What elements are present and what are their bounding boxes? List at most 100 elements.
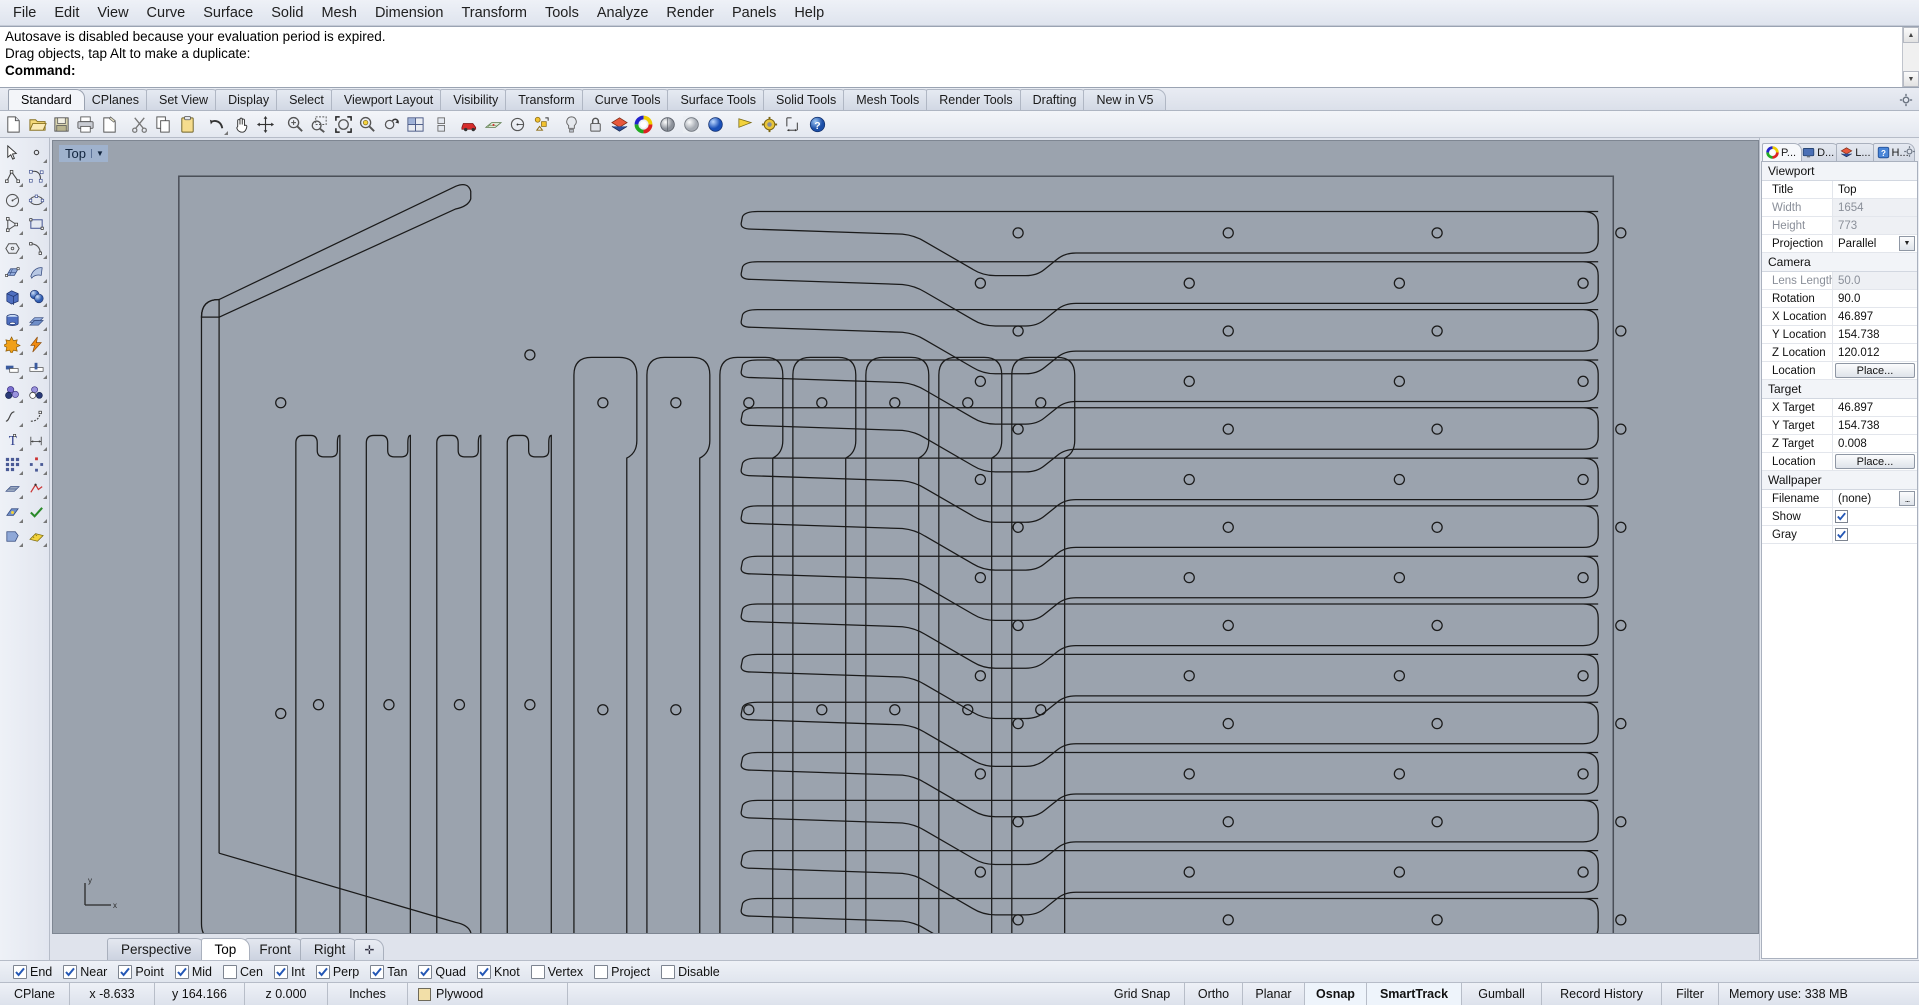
menu-item-transform[interactable]: Transform xyxy=(452,2,536,24)
property-row-z-target[interactable]: Z Target 0.008 xyxy=(1762,435,1917,453)
property-value-y-target[interactable]: 154.738 xyxy=(1832,417,1917,434)
viewport-tab-perspective[interactable]: Perspective xyxy=(107,938,206,960)
panel-tab-layers[interactable]: L... xyxy=(1836,143,1877,161)
property-row-y-target[interactable]: Y Target 154.738 xyxy=(1762,417,1917,435)
status-units[interactable]: Inches xyxy=(328,983,408,1005)
tab-visibility[interactable]: Visibility xyxy=(440,89,512,110)
copy-icon[interactable] xyxy=(152,113,175,136)
menu-item-view[interactable]: View xyxy=(88,2,137,24)
polygon-icon[interactable] xyxy=(0,236,24,260)
render-preview-icon[interactable] xyxy=(0,500,24,524)
osnap-checkbox[interactable] xyxy=(273,964,288,979)
tab-solid-tools[interactable]: Solid Tools xyxy=(762,89,850,110)
zoom-extents-icon[interactable] xyxy=(332,113,355,136)
show-wallpaper-checkbox[interactable] xyxy=(1835,510,1848,523)
property-row-target-location[interactable]: Location Place... xyxy=(1762,453,1917,471)
boolean-union-icon[interactable] xyxy=(24,284,48,308)
box-solid-icon[interactable] xyxy=(0,284,24,308)
circle-center-icon[interactable] xyxy=(506,113,529,136)
property-row-rotation[interactable]: Rotation 90.0 xyxy=(1762,290,1917,308)
tab-mesh-tools[interactable]: Mesh Tools xyxy=(843,89,933,110)
toggle-grid-snap[interactable]: Grid Snap xyxy=(1100,983,1185,1005)
osnap-knot[interactable]: Knot xyxy=(472,964,525,979)
menu-item-file[interactable]: File xyxy=(4,2,45,24)
osnap-near[interactable]: Near xyxy=(58,964,112,979)
cut-scissors-icon[interactable] xyxy=(128,113,151,136)
osnap-quad[interactable]: Quad xyxy=(413,964,471,979)
osnap-project[interactable]: Project xyxy=(589,964,655,979)
property-row-camera-location[interactable]: Location Place... xyxy=(1762,362,1917,380)
tab-drafting[interactable]: Drafting xyxy=(1019,89,1090,110)
osnap-point[interactable]: Point xyxy=(113,964,169,979)
options-gear-icon[interactable] xyxy=(758,113,781,136)
scroll-down-icon[interactable]: ▼ xyxy=(1903,71,1919,87)
viewport-title-widget[interactable]: Top ▼ xyxy=(59,145,108,162)
gear-icon[interactable] xyxy=(1903,145,1916,158)
text-tool-icon[interactable]: T xyxy=(0,428,24,452)
undo-arrow-icon[interactable] xyxy=(206,113,229,136)
tab-render-tools[interactable]: Render Tools xyxy=(926,89,1026,110)
menu-item-mesh[interactable]: Mesh xyxy=(312,2,365,24)
property-value-z-location[interactable]: 120.012 xyxy=(1832,344,1917,361)
surface-sweep-icon[interactable] xyxy=(24,260,48,284)
toggle-smarttrack[interactable]: SmartTrack xyxy=(1367,983,1462,1005)
tab-surface-tools[interactable]: Surface Tools xyxy=(667,89,769,110)
osnap-checkbox[interactable] xyxy=(530,964,545,979)
osnap-checkbox[interactable] xyxy=(370,964,385,979)
property-row-show[interactable]: Show xyxy=(1762,508,1917,526)
property-value-y-location[interactable]: 154.738 xyxy=(1832,326,1917,343)
save-icon[interactable] xyxy=(50,113,73,136)
command-prompt[interactable]: Command: xyxy=(5,62,1919,79)
osnap-checkbox[interactable] xyxy=(661,964,676,979)
osnap-vertex[interactable]: Vertex xyxy=(526,964,588,979)
tab-curve-tools[interactable]: Curve Tools xyxy=(581,89,674,110)
property-row-x-location[interactable]: X Location 46.897 xyxy=(1762,308,1917,326)
section-icon[interactable] xyxy=(0,524,24,548)
fillet-curve-icon[interactable] xyxy=(24,404,48,428)
measure-icon[interactable] xyxy=(24,524,48,548)
osnap-disable[interactable]: Disable xyxy=(656,964,725,979)
tab-viewport-layout[interactable]: Viewport Layout xyxy=(330,89,447,110)
viewport-top[interactable]: Top ▼ y x xyxy=(52,140,1759,934)
property-row-gray[interactable]: Gray xyxy=(1762,526,1917,544)
menu-item-panels[interactable]: Panels xyxy=(723,2,785,24)
blend-curve-icon[interactable] xyxy=(0,404,24,428)
lightning-icon[interactable] xyxy=(24,332,48,356)
array-polar-icon[interactable] xyxy=(24,452,48,476)
property-value-x-target[interactable]: 46.897 xyxy=(1832,399,1917,416)
surface-edit-points-icon[interactable] xyxy=(0,260,24,284)
menu-item-render[interactable]: Render xyxy=(657,2,723,24)
osnap-checkbox[interactable] xyxy=(418,964,433,979)
osnap-checkbox[interactable] xyxy=(174,964,189,979)
target-place-button[interactable]: Place... xyxy=(1835,454,1915,469)
cylinder-icon[interactable] xyxy=(0,308,24,332)
layers-icon[interactable] xyxy=(608,113,631,136)
property-value-x-location[interactable]: 46.897 xyxy=(1832,308,1917,325)
trim-icon[interactable] xyxy=(0,356,24,380)
menu-item-solid[interactable]: Solid xyxy=(262,2,312,24)
circle-center-radius-icon[interactable] xyxy=(0,188,24,212)
paste-clipboard-icon[interactable] xyxy=(176,113,199,136)
property-row-x-target[interactable]: X Target 46.897 xyxy=(1762,399,1917,417)
new-file-icon[interactable] xyxy=(2,113,25,136)
status-cplane[interactable]: CPlane xyxy=(0,983,70,1005)
tab-new-in-v5[interactable]: New in V5 xyxy=(1083,89,1167,110)
rendered-sphere-icon[interactable] xyxy=(704,113,727,136)
status-layer[interactable]: Plywood xyxy=(408,983,568,1005)
command-area[interactable]: Autosave is disabled because your evalua… xyxy=(0,26,1919,88)
toggle-filter[interactable]: Filter xyxy=(1662,983,1719,1005)
dimension-tool-icon[interactable] xyxy=(24,428,48,452)
pan-hand-icon[interactable] xyxy=(230,113,253,136)
color-wheel-icon[interactable] xyxy=(632,113,655,136)
cplane-grid-icon[interactable] xyxy=(482,113,505,136)
camera-place-button[interactable]: Place... xyxy=(1835,363,1915,378)
check-mark-icon[interactable] xyxy=(24,500,48,524)
free-form-curve-icon[interactable] xyxy=(24,236,48,260)
toggle-planar[interactable]: Planar xyxy=(1243,983,1305,1005)
viewport-tab-top[interactable]: Top xyxy=(200,938,251,960)
array-icon[interactable] xyxy=(0,452,24,476)
osnap-checkbox[interactable] xyxy=(13,964,27,979)
osnap-mid[interactable]: Mid xyxy=(170,964,217,979)
tab-standard[interactable]: Standard xyxy=(8,89,85,110)
ellipse-icon[interactable] xyxy=(24,188,48,212)
